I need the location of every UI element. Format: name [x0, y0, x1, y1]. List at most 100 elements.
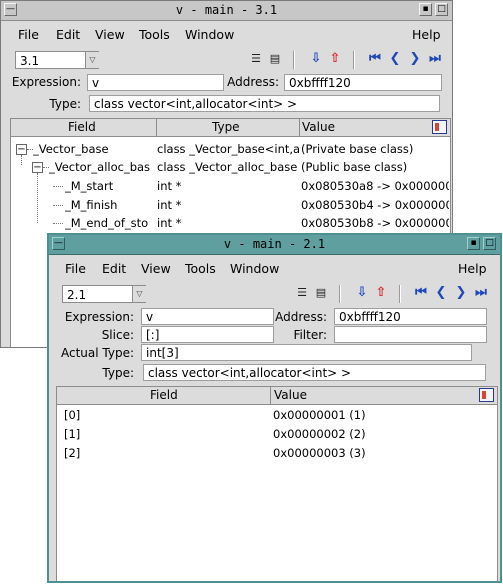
maximize-button[interactable]: □ [483, 237, 496, 250]
undive-icon[interactable]: ⇧ [373, 285, 389, 301]
actual-type-field[interactable]: int[3] [141, 344, 472, 361]
tree-line [53, 186, 63, 187]
menu-help[interactable]: Help [458, 261, 487, 276]
row-field[interactable]: [2] [64, 446, 264, 460]
previous-icon[interactable]: ❮ [433, 285, 449, 301]
last-icon[interactable]: ⏭ [427, 51, 443, 67]
menu-view[interactable]: View [141, 261, 171, 276]
first-icon[interactable]: ⏮ [367, 51, 383, 67]
row-field[interactable]: _M_start [65, 179, 155, 193]
filter-label: Filter: [293, 328, 327, 342]
menu-file[interactable]: File [18, 27, 39, 42]
detail-view-icon[interactable]: ▤ [313, 285, 329, 301]
slice-input[interactable]: [:] [141, 326, 274, 343]
column-chooser-icon[interactable] [432, 120, 447, 134]
row-field[interactable]: _Vector_base [33, 142, 153, 156]
row-field[interactable]: _M_finish [65, 198, 155, 212]
menu-edit[interactable]: Edit [102, 261, 126, 276]
thread-combo[interactable]: 2.1 ▽ [62, 285, 146, 303]
row-type: int * [157, 198, 182, 212]
next-icon[interactable]: ❯ [407, 51, 423, 67]
row-value: 0x00000003 (3) [273, 446, 366, 460]
row-value: 0x00000001 (1) [273, 408, 366, 422]
type-field[interactable]: class vector<int,allocator<int> > [89, 95, 440, 112]
column-value[interactable]: Value [302, 120, 335, 134]
detail-view-icon[interactable]: ▤ [267, 51, 283, 67]
maximize-button[interactable]: □ [435, 3, 448, 16]
type-field[interactable]: class vector<int,allocator<int> > [143, 364, 486, 381]
dive-in-icon[interactable]: ⇩ [308, 51, 324, 67]
column-field[interactable]: Field [150, 388, 178, 402]
row-field[interactable]: _Vector_alloc_bas [49, 160, 156, 174]
tree-line [37, 173, 38, 223]
next-icon[interactable]: ❯ [453, 285, 469, 301]
title-bar[interactable]: — v - main - 3.1 ▪ □ [1, 1, 452, 21]
menu-view[interactable]: View [95, 27, 125, 42]
menu-edit[interactable]: Edit [56, 27, 80, 42]
tree-line [21, 155, 22, 165]
variable-window-2-1[interactable]: — v - main - 2.1 ▪ □ File Edit View Tool… [47, 233, 502, 583]
menu-window[interactable]: Window [230, 261, 279, 276]
menu-help[interactable]: Help [412, 27, 441, 42]
menu-tools[interactable]: Tools [185, 261, 216, 276]
undive-icon[interactable]: ⇧ [327, 51, 343, 67]
row-value: (Private base class) [301, 142, 414, 156]
grid-header: Field Type Value [11, 119, 450, 137]
type-label: Type: [49, 97, 81, 111]
menu-bar: File Edit View Tools Window Help [49, 259, 500, 279]
menu-window[interactable]: Window [185, 27, 234, 42]
menu-file[interactable]: File [65, 261, 86, 276]
tree-line [53, 223, 63, 224]
column-type[interactable]: Type [212, 120, 240, 134]
column-field[interactable]: Field [68, 120, 96, 134]
last-icon[interactable]: ⏭ [473, 285, 489, 301]
tree-line [53, 205, 63, 206]
expression-label: Expression: [64, 310, 134, 324]
thread-combo-value: 3.1 [20, 54, 40, 68]
chevron-down-icon[interactable]: ▽ [85, 52, 99, 68]
collapse-icon[interactable]: − [16, 144, 27, 155]
expression-input[interactable]: v [87, 74, 224, 91]
collapse-icon[interactable]: − [32, 162, 43, 173]
minimize-button[interactable]: ▪ [419, 3, 432, 16]
address-label: Address: [227, 75, 279, 89]
filter-input[interactable] [334, 326, 487, 343]
toolbar-separator [399, 285, 401, 303]
column-divider[interactable] [156, 119, 157, 136]
column-value[interactable]: Value [274, 388, 307, 402]
dive-in-icon[interactable]: ⇩ [354, 285, 370, 301]
actual-type-label: Actual Type: [60, 346, 134, 360]
chevron-down-icon[interactable]: ▽ [132, 286, 146, 302]
toolbar-separator [293, 51, 295, 69]
address-input[interactable]: 0xbffff120 [334, 308, 487, 325]
previous-icon[interactable]: ❮ [387, 51, 403, 67]
minimize-button[interactable]: ▪ [467, 237, 480, 250]
row-type: int * [157, 179, 182, 193]
row-value: 0x080530a8 -> 0x000000 [301, 179, 449, 193]
expression-input[interactable]: v [141, 308, 274, 325]
menu-tools[interactable]: Tools [139, 27, 170, 42]
list-view-icon[interactable]: ☰ [248, 51, 264, 67]
row-field[interactable]: [1] [64, 427, 264, 441]
row-value: 0x080530b4 -> 0x000000 [301, 198, 449, 212]
menu-bar: File Edit View Tools Window Help [1, 25, 452, 45]
first-icon[interactable]: ⏮ [413, 285, 429, 301]
toolbar: 3.1 ▽ ☰ ▤ ⇩ ⇧ ⏮ ❮ ❯ ⏭ [1, 50, 452, 72]
column-divider[interactable] [299, 119, 300, 136]
data-grid[interactable]: Field Value [0] 0x00000001 (1) [1] 0x000… [56, 386, 498, 581]
thread-combo-value: 2.1 [67, 288, 87, 302]
title-bar[interactable]: — v - main - 2.1 ▪ □ [49, 235, 500, 255]
expression-label: Expression: [11, 75, 81, 89]
column-chooser-icon[interactable] [479, 388, 494, 402]
address-input[interactable]: 0xbffff120 [284, 74, 442, 91]
row-field[interactable]: _M_end_of_sto [65, 216, 155, 230]
window-title: v - main - 2.1 [223, 237, 326, 251]
row-value: (Public base class) [301, 160, 408, 174]
thread-combo[interactable]: 3.1 ▽ [15, 51, 99, 69]
list-view-icon[interactable]: ☰ [294, 285, 310, 301]
type-label: Type: [102, 366, 134, 380]
row-type: int * [157, 216, 182, 230]
row-type: class _Vector_alloc_base [157, 160, 298, 174]
row-field[interactable]: [0] [64, 408, 264, 422]
column-divider[interactable] [270, 387, 271, 404]
